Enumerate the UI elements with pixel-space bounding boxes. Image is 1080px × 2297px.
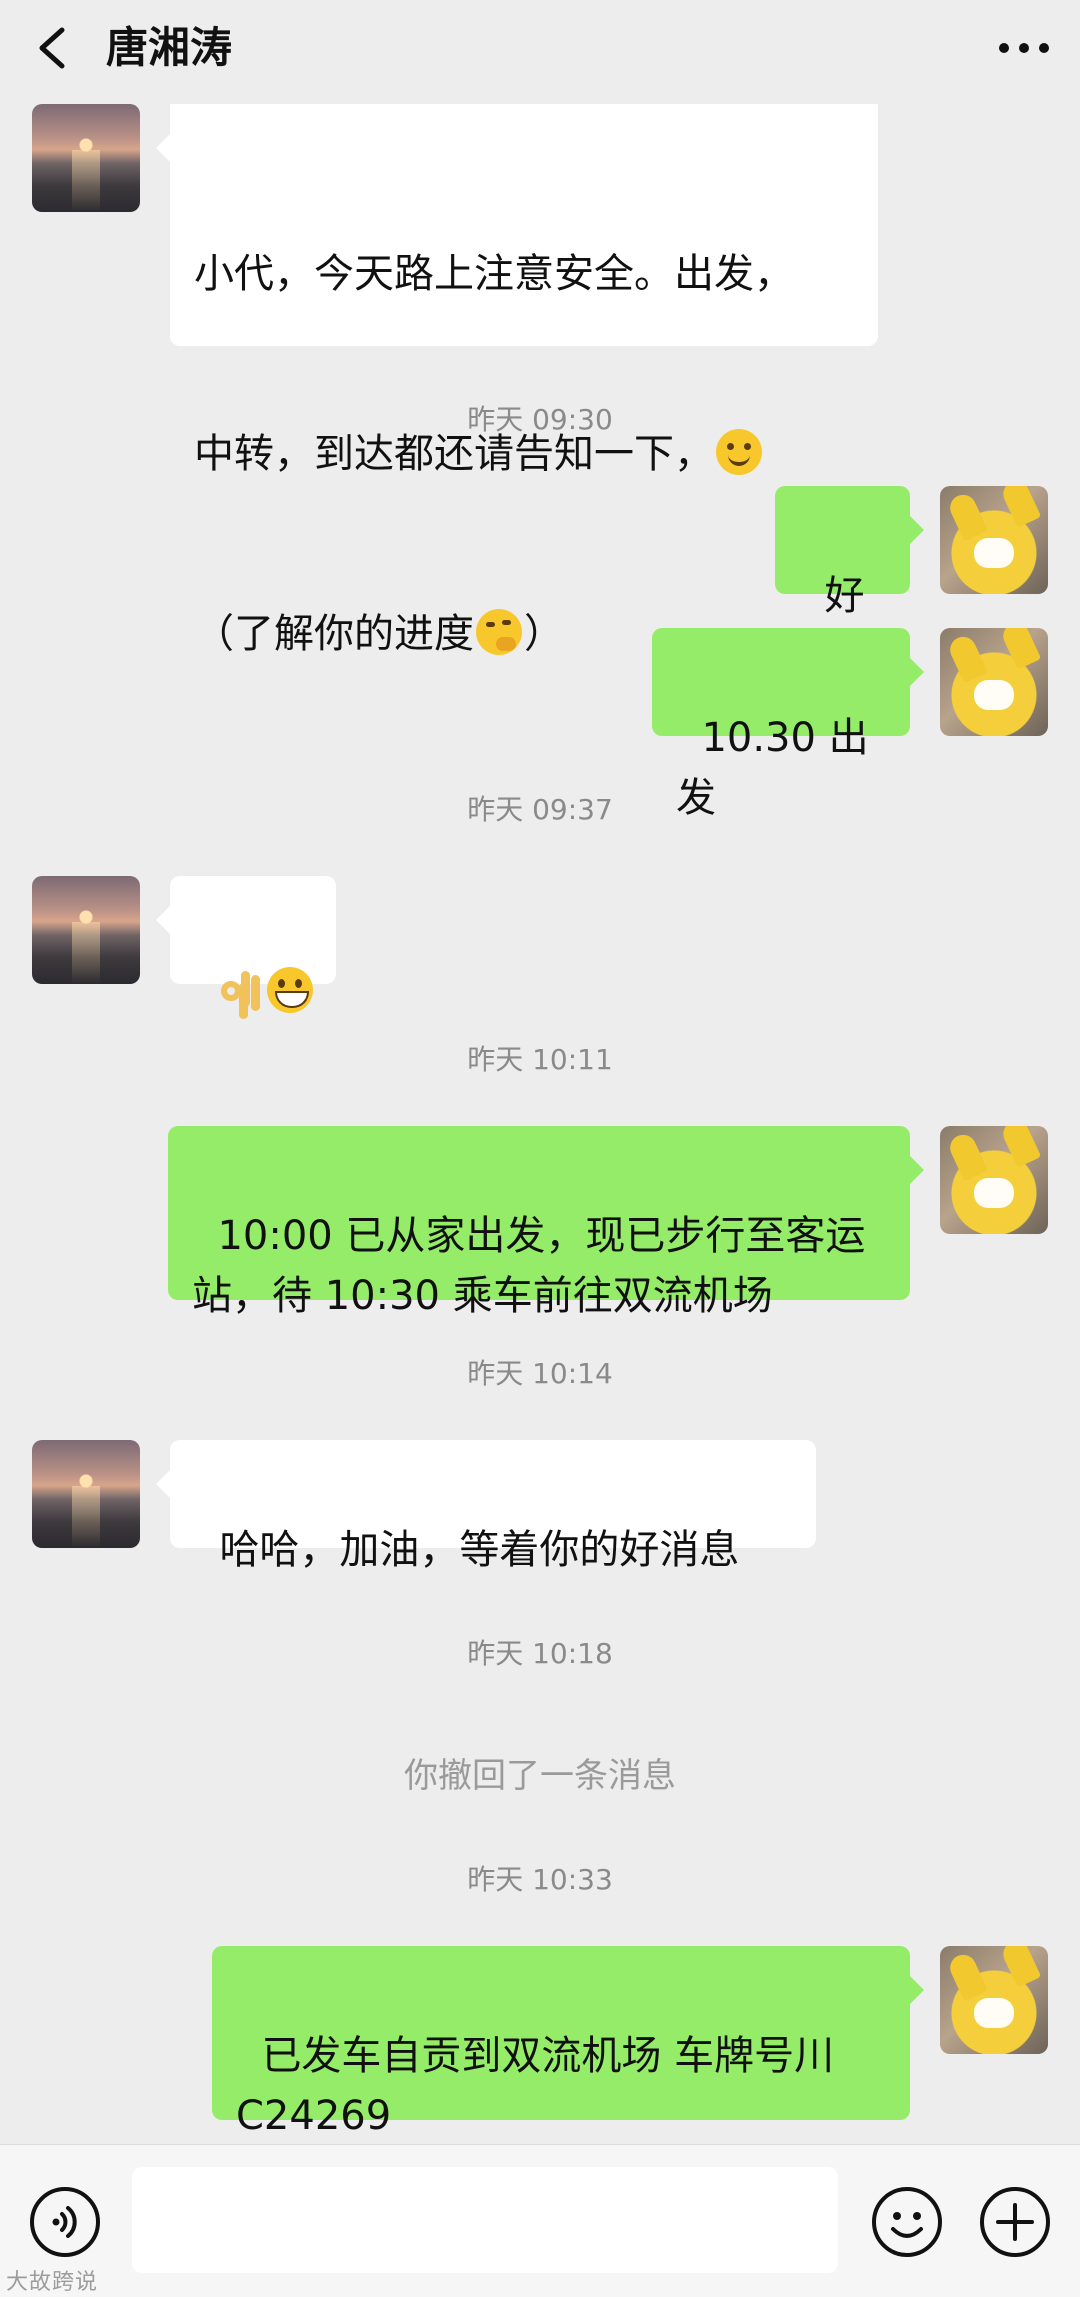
my-avatar[interactable] bbox=[940, 486, 1048, 594]
message-text: 哈哈，加油，等着你的好消息 bbox=[219, 1527, 740, 1573]
chat-title: 唐湘涛 bbox=[106, 23, 233, 72]
input-bar bbox=[0, 2144, 1080, 2297]
message-bubble-incoming[interactable] bbox=[156, 876, 336, 1013]
contact-avatar[interactable] bbox=[32, 876, 140, 984]
more-button[interactable] bbox=[994, 18, 1054, 78]
timestamp: 昨天 09:37 bbox=[467, 793, 613, 826]
message-bubble-incoming[interactable]: 哈哈，加油，等着你的好消息 bbox=[156, 1440, 816, 1573]
grin-emoji-icon bbox=[267, 967, 314, 1013]
timestamp: 昨天 10:11 bbox=[467, 1043, 613, 1076]
message-text-line: （了解你的进度 bbox=[194, 611, 474, 657]
chevron-left-icon bbox=[39, 27, 65, 69]
message-text: 10:00 已从家出发，现已步行至客运 站，待 10:30 乘车前往双流机场 bbox=[192, 1213, 866, 1319]
message-bubble-outgoing[interactable]: 好的 bbox=[775, 486, 924, 679]
message-bubble-incoming[interactable]: 小代，今天路上注意安全。出发， 中转，到达都还请告知一下， （了解你的进度） bbox=[156, 104, 878, 657]
timestamp: 昨天 10:14 bbox=[467, 1357, 613, 1390]
voice-icon bbox=[30, 2187, 100, 2257]
contact-avatar[interactable] bbox=[32, 1440, 140, 1548]
my-avatar[interactable] bbox=[940, 628, 1048, 736]
timestamp: 昨天 10:33 bbox=[467, 1863, 613, 1896]
ok-hand-emoji-icon bbox=[217, 967, 263, 1013]
message-text: 已发车自贡到双流机场 车牌号川 C24269 bbox=[236, 2033, 835, 2139]
timestamp: 昨天 10:18 bbox=[467, 1637, 613, 1670]
message-text-line: ） bbox=[524, 611, 564, 657]
plus-icon bbox=[980, 2187, 1050, 2257]
message-bubble-outgoing[interactable]: 已发车自贡到双流机场 车牌号川 C24269 bbox=[212, 1946, 924, 2139]
timestamp: 昨天 09:30 bbox=[467, 403, 613, 436]
plus-button[interactable] bbox=[976, 2183, 1054, 2261]
voice-button[interactable] bbox=[26, 2183, 104, 2261]
back-button[interactable] bbox=[22, 18, 82, 78]
message-input[interactable] bbox=[132, 2167, 838, 2273]
emoji-button[interactable] bbox=[868, 2183, 946, 2261]
my-avatar[interactable] bbox=[940, 1126, 1048, 1234]
thinking-emoji-icon bbox=[476, 609, 522, 655]
emoji-icon bbox=[872, 2187, 942, 2257]
watermark: 大故跨说 bbox=[6, 2270, 99, 2295]
my-avatar[interactable] bbox=[940, 1946, 1048, 2054]
message-text-line: 小代，今天路上注意安全。出发， bbox=[194, 251, 794, 297]
more-dots-icon bbox=[999, 43, 1049, 53]
message-bubble-outgoing[interactable]: 10.30 出发 bbox=[652, 628, 924, 821]
recall-notice: 你撤回了一条消息 bbox=[404, 1756, 676, 1796]
message-bubble-outgoing[interactable]: 10:00 已从家出发，现已步行至客运 站，待 10:30 乘车前往双流机场 bbox=[168, 1126, 924, 1319]
chat-header: 唐湘涛 bbox=[0, 0, 1080, 104]
contact-avatar[interactable] bbox=[32, 104, 140, 212]
